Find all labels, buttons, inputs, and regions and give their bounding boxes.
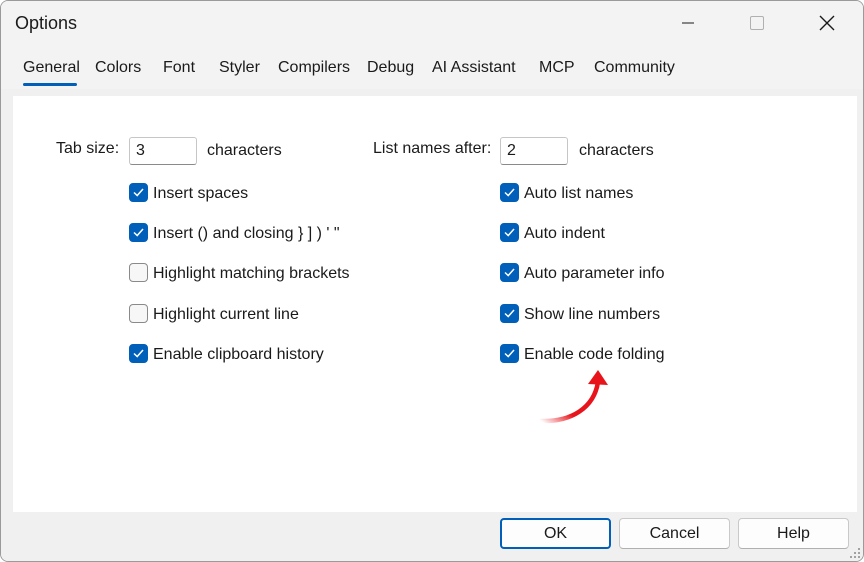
cancel-button[interactable]: Cancel: [619, 518, 730, 549]
insert-closing-checkbox[interactable]: [129, 223, 148, 242]
check-icon: [504, 228, 515, 237]
tab-debug[interactable]: Debug: [367, 59, 414, 77]
auto-parameter-info-label[interactable]: Auto parameter info: [524, 265, 665, 283]
code-folding-label[interactable]: Enable code folding: [524, 346, 665, 364]
insert-closing-label[interactable]: Insert () and closing } ] ) ' ": [153, 225, 340, 243]
check-icon: [504, 268, 515, 277]
tab-general[interactable]: General: [23, 59, 80, 77]
show-line-numbers-checkbox[interactable]: [500, 304, 519, 323]
tab-colors[interactable]: Colors: [95, 59, 141, 77]
tab-mcp[interactable]: MCP: [539, 59, 575, 77]
check-icon: [133, 188, 144, 197]
auto-indent-label[interactable]: Auto indent: [524, 225, 605, 243]
title-bar[interactable]: Options: [1, 1, 863, 45]
clipboard-history-label[interactable]: Enable clipboard history: [153, 346, 324, 364]
list-names-input[interactable]: 2: [500, 137, 568, 165]
tab-font[interactable]: Font: [163, 59, 195, 77]
minimize-icon: [682, 22, 694, 24]
insert-spaces-checkbox[interactable]: [129, 183, 148, 202]
resize-grip-icon[interactable]: [849, 547, 861, 559]
check-icon: [504, 349, 515, 358]
active-tab-indicator: [23, 83, 77, 86]
tab-size-label: Tab size:: [56, 140, 120, 157]
tab-ai-assistant[interactable]: AI Assistant: [432, 59, 516, 77]
highlight-line-label[interactable]: Highlight current line: [153, 306, 299, 324]
tab-strip: General Colors Font Styler Compilers Deb…: [1, 45, 863, 89]
highlight-brackets-label[interactable]: Highlight matching brackets: [153, 265, 350, 283]
ok-button[interactable]: OK: [500, 518, 611, 549]
tab-styler[interactable]: Styler: [219, 59, 260, 77]
annotation-arrow-icon: [538, 370, 608, 424]
code-folding-checkbox[interactable]: [500, 344, 519, 363]
minimize-button[interactable]: [665, 1, 711, 45]
check-icon: [504, 309, 515, 318]
tab-size-input[interactable]: 3: [129, 137, 197, 165]
dialog-footer: [1, 512, 863, 561]
check-icon: [133, 228, 144, 237]
list-names-unit: characters: [579, 142, 654, 159]
auto-list-names-checkbox[interactable]: [500, 183, 519, 202]
close-button[interactable]: [804, 1, 850, 45]
check-icon: [133, 349, 144, 358]
window-title: Options: [15, 13, 78, 33]
highlight-brackets-checkbox[interactable]: [129, 263, 148, 282]
options-dialog: Options General Colors Font Styler Compi…: [0, 0, 864, 562]
auto-indent-checkbox[interactable]: [500, 223, 519, 242]
tab-community[interactable]: Community: [594, 59, 675, 77]
check-icon: [504, 188, 515, 197]
tab-compilers[interactable]: Compilers: [278, 59, 350, 77]
maximize-button[interactable]: [734, 1, 780, 45]
auto-parameter-info-checkbox[interactable]: [500, 263, 519, 282]
close-icon: [819, 15, 835, 31]
show-line-numbers-label[interactable]: Show line numbers: [524, 306, 660, 324]
highlight-line-checkbox[interactable]: [129, 304, 148, 323]
help-button[interactable]: Help: [738, 518, 849, 549]
maximize-icon: [750, 16, 764, 30]
clipboard-history-checkbox[interactable]: [129, 344, 148, 363]
insert-spaces-label[interactable]: Insert spaces: [153, 185, 248, 203]
tab-size-unit: characters: [207, 142, 282, 159]
list-names-label: List names after:: [373, 140, 492, 157]
auto-list-names-label[interactable]: Auto list names: [524, 185, 633, 203]
